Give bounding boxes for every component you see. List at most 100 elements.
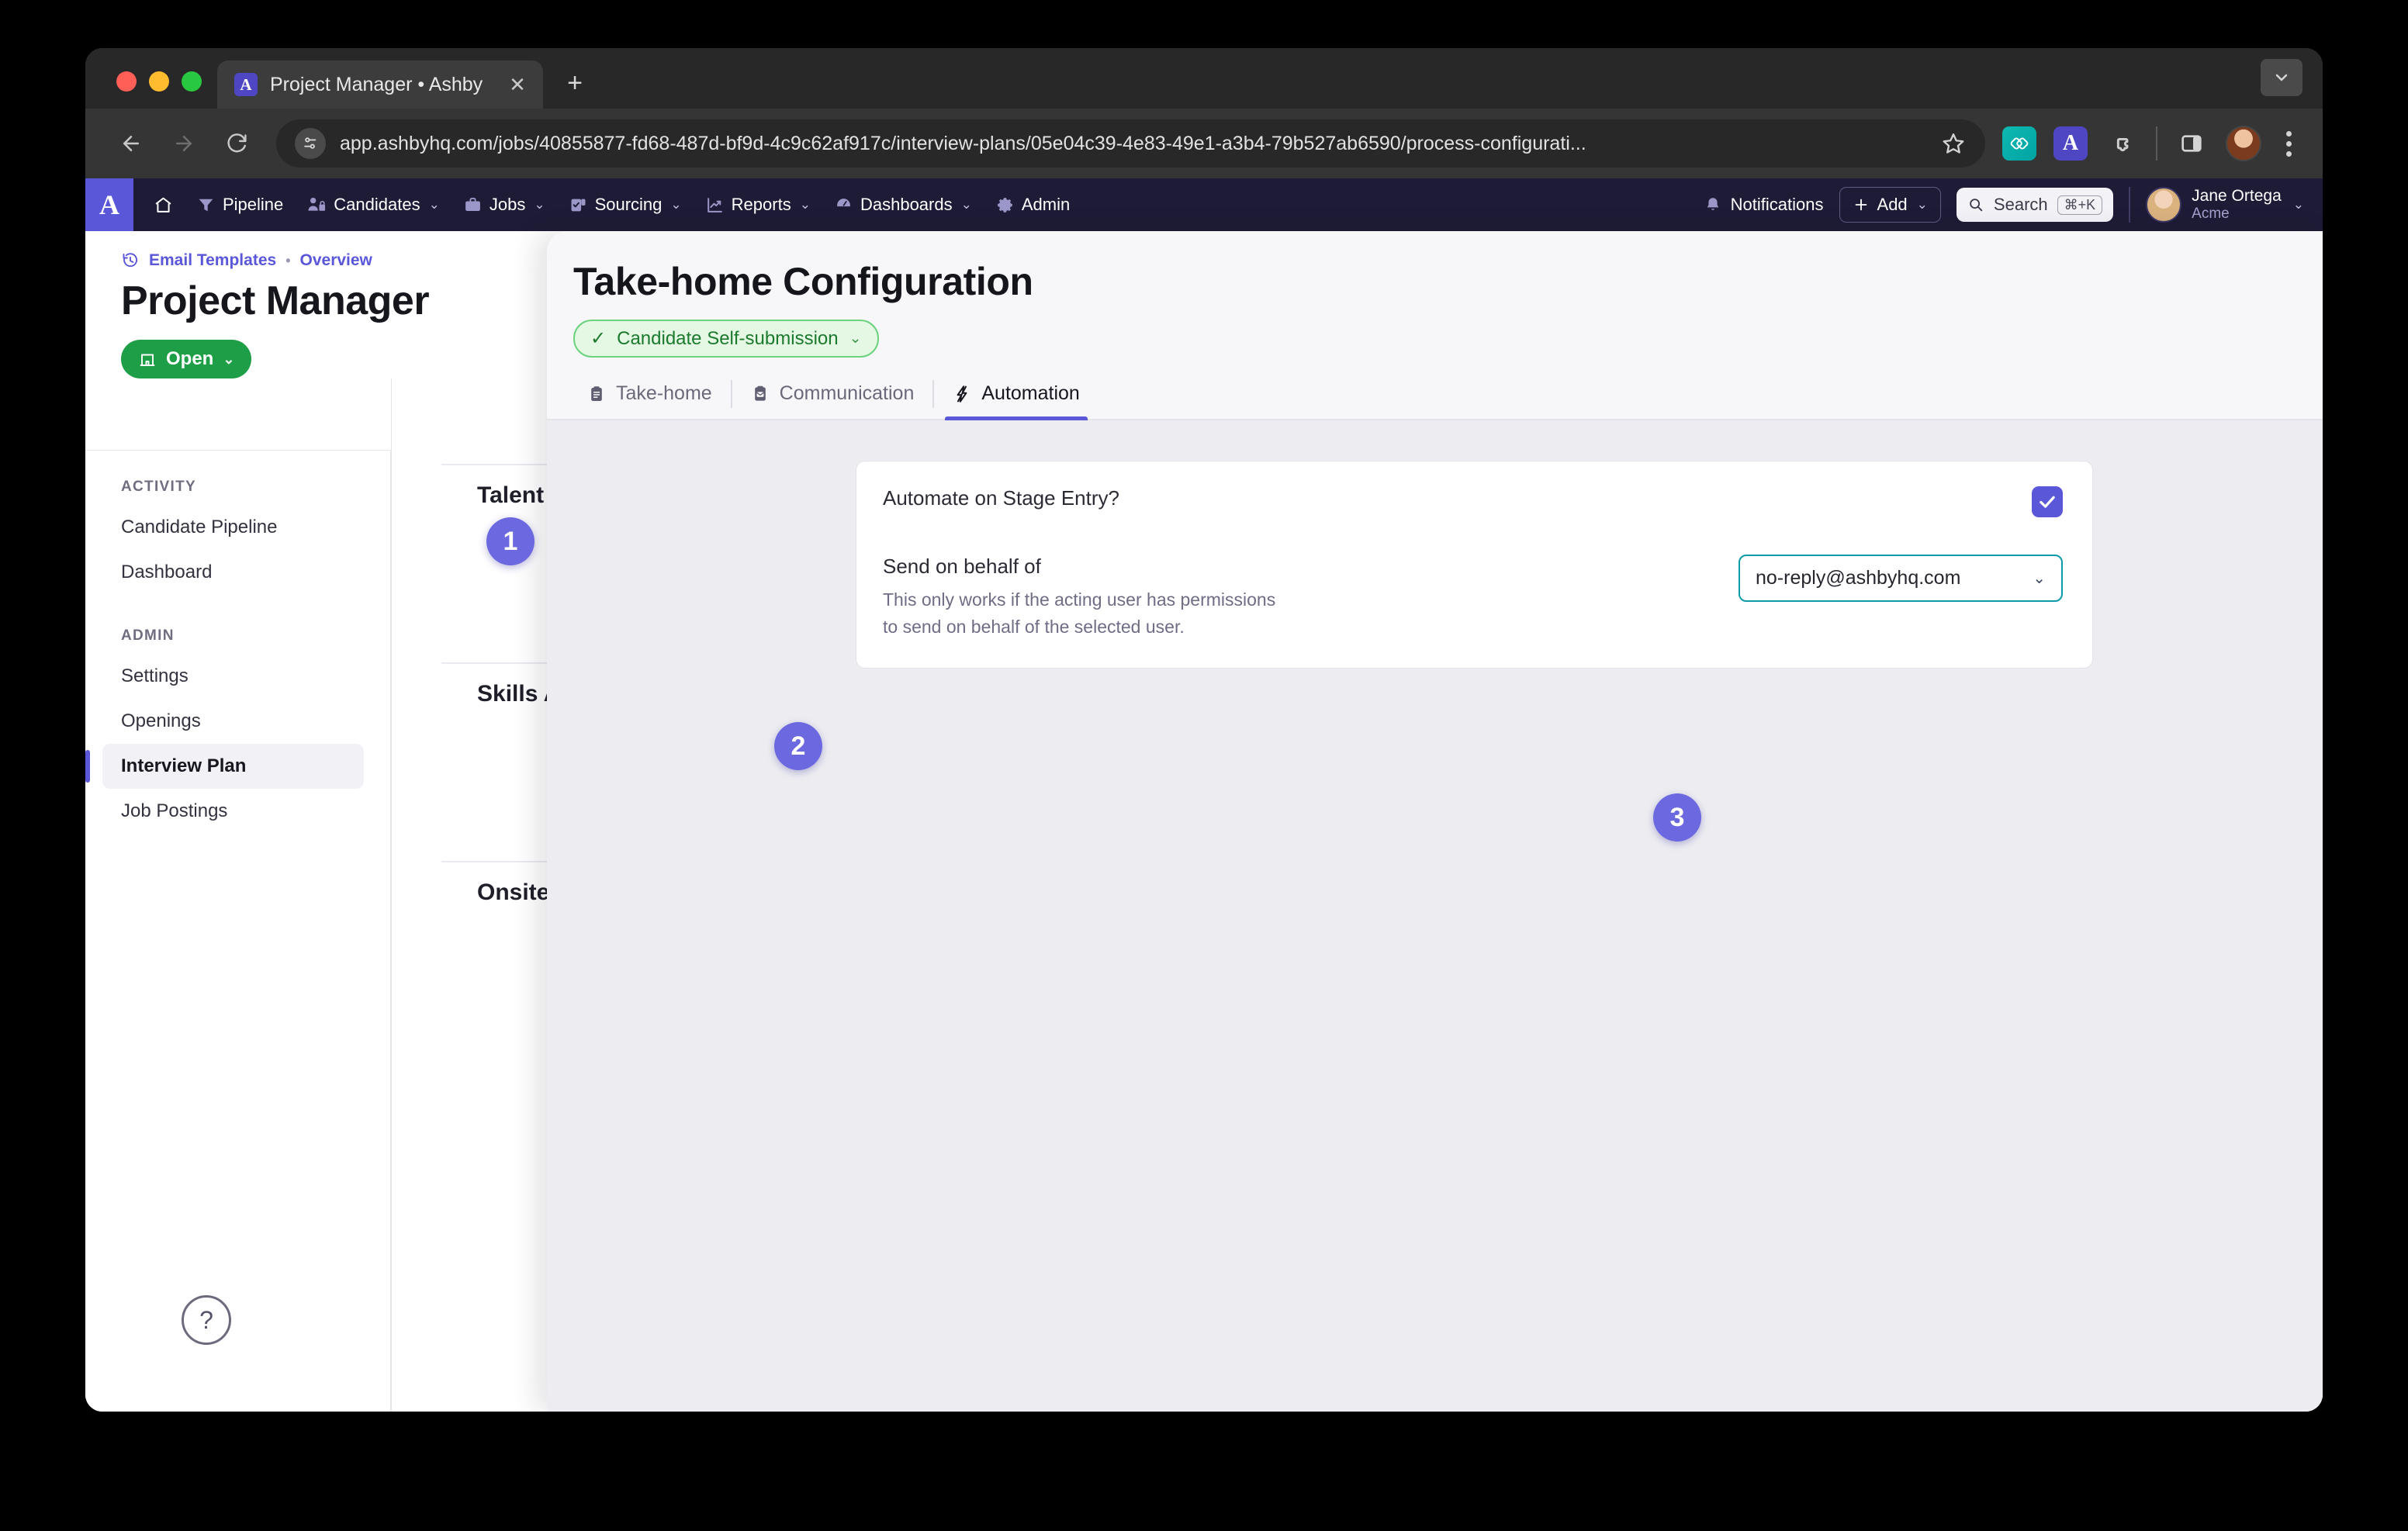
tab-label: Communication bbox=[779, 382, 915, 404]
nav-item-home[interactable] bbox=[144, 189, 182, 221]
clipboard-icon bbox=[587, 385, 606, 403]
browser-profile-avatar[interactable] bbox=[2226, 126, 2261, 161]
url-text: app.ashbyhq.com/jobs/40855877-fd68-487d-… bbox=[340, 132, 1586, 154]
browser-menu-icon[interactable] bbox=[2278, 130, 2299, 157]
back-icon[interactable] bbox=[109, 121, 154, 166]
nav-item-sourcing[interactable]: Sourcing ⌄ bbox=[559, 188, 691, 221]
close-window-button[interactable] bbox=[116, 71, 137, 92]
tab-list-chevron-icon[interactable] bbox=[2261, 59, 2302, 96]
search-button[interactable]: Search ⌘+K bbox=[1956, 188, 2114, 222]
chevron-down-icon: ⌄ bbox=[428, 197, 440, 212]
tab-label: Take-home bbox=[616, 382, 712, 404]
search-shortcut: ⌘+K bbox=[2057, 195, 2103, 215]
tab-label: Automation bbox=[981, 382, 1080, 404]
tab-automation[interactable]: Automation bbox=[937, 375, 1095, 420]
ashby-logo-icon[interactable]: A bbox=[85, 178, 133, 231]
chart-icon bbox=[705, 195, 725, 215]
job-status-button[interactable]: Open ⌄ bbox=[121, 340, 252, 378]
browser-toolbar: app.ashbyhq.com/jobs/40855877-fd68-487d-… bbox=[85, 109, 2323, 178]
nav-item-label: Sourcing bbox=[594, 195, 663, 214]
bolt-icon bbox=[953, 385, 971, 403]
add-label: Add bbox=[1877, 195, 1908, 214]
link-extension-icon[interactable] bbox=[2002, 126, 2036, 161]
nav-item-label: Candidates bbox=[334, 195, 420, 214]
nav-item-admin[interactable]: Admin bbox=[986, 188, 1079, 221]
tab-take-home[interactable]: Take-home bbox=[572, 375, 728, 419]
sidebar-item-candidate-pipeline[interactable]: Candidate Pipeline bbox=[102, 505, 364, 550]
side-panel-icon[interactable] bbox=[2174, 126, 2209, 161]
people-icon bbox=[306, 195, 327, 215]
ashby-extension-icon[interactable]: A bbox=[2053, 126, 2088, 161]
funnel-icon bbox=[196, 195, 216, 215]
page-title: Project Manager bbox=[121, 278, 430, 323]
add-button[interactable]: Add ⌄ bbox=[1839, 187, 1941, 223]
tab-strip-right bbox=[2261, 59, 2323, 109]
panel-header: Take-home Configuration ✓ Candidate Self… bbox=[547, 231, 2323, 420]
sidebar-item-settings[interactable]: Settings bbox=[102, 654, 364, 699]
nav-divider bbox=[2129, 187, 2131, 223]
take-home-configuration-panel: Take-home Configuration ✓ Candidate Self… bbox=[547, 231, 2323, 1412]
user-name: Jane Ortega bbox=[2192, 186, 2282, 205]
send-on-behalf-of-row: Send on behalf of This only works if the… bbox=[883, 555, 2063, 640]
user-org: Acme bbox=[2192, 205, 2230, 222]
step-badge-2: 2 bbox=[774, 722, 822, 770]
browser-tab-strip: A Project Manager • Ashby ✕ + bbox=[85, 48, 2323, 109]
page-viewport: A Pipeline Candidates ⌄ Jobs ⌄ Sourcing … bbox=[85, 178, 2323, 1412]
breadcrumb-item-overview[interactable]: Overview bbox=[300, 251, 372, 270]
reload-icon[interactable] bbox=[214, 121, 259, 166]
nav-item-candidates[interactable]: Candidates ⌄ bbox=[297, 188, 449, 221]
app-nav-right: Notifications Add ⌄ Search ⌘+K Jane Orte… bbox=[1704, 187, 2323, 223]
submission-type-button[interactable]: ✓ Candidate Self-submission ⌄ bbox=[573, 320, 879, 358]
user-info: Jane Ortega Acme bbox=[2192, 187, 2282, 223]
sidebar-item-job-postings[interactable]: Job Postings bbox=[102, 789, 364, 834]
tab-communication[interactable]: Communication bbox=[735, 375, 930, 419]
address-bar[interactable]: app.ashbyhq.com/jobs/40855877-fd68-487d-… bbox=[276, 119, 1985, 168]
extensions-puzzle-icon[interactable] bbox=[2105, 126, 2139, 161]
tab-title: Project Manager • Ashby bbox=[270, 73, 483, 95]
nav-item-reports[interactable]: Reports ⌄ bbox=[696, 188, 820, 221]
close-tab-icon[interactable]: ✕ bbox=[504, 71, 531, 98]
user-menu[interactable]: Jane Ortega Acme ⌄ bbox=[2146, 187, 2304, 223]
history-icon bbox=[121, 251, 140, 270]
bell-icon bbox=[1704, 195, 1722, 214]
sidebar-heading-activity: ACTIVITY bbox=[121, 479, 196, 495]
send-on-behalf-of-text-block: Send on behalf of This only works if the… bbox=[883, 555, 1294, 640]
nav-item-label: Dashboards bbox=[860, 195, 953, 214]
nav-item-pipeline[interactable]: Pipeline bbox=[187, 188, 292, 221]
search-label: Search bbox=[1993, 195, 2048, 214]
sidebar-heading-admin: ADMIN bbox=[121, 627, 175, 644]
nav-item-dashboards[interactable]: Dashboards ⌄ bbox=[825, 188, 981, 221]
sender-select[interactable]: no-reply@ashbyhq.com ⌄ bbox=[1739, 555, 2063, 602]
notifications-button[interactable]: Notifications bbox=[1704, 195, 1824, 215]
sidebar-item-dashboard[interactable]: Dashboard bbox=[102, 550, 364, 595]
browser-window: A Project Manager • Ashby ✕ + app.ashbyh… bbox=[85, 48, 2323, 1412]
gear-icon bbox=[995, 195, 1015, 215]
minimize-window-button[interactable] bbox=[149, 71, 169, 92]
site-settings-icon[interactable] bbox=[295, 128, 326, 159]
nav-item-label: Jobs bbox=[489, 195, 526, 214]
automate-on-stage-entry-checkbox[interactable] bbox=[2032, 486, 2063, 517]
search-icon bbox=[1967, 196, 1984, 213]
ashby-favicon-icon: A bbox=[234, 73, 258, 96]
maximize-window-button[interactable] bbox=[182, 71, 202, 92]
avatar bbox=[2146, 187, 2182, 223]
breadcrumb-separator: • bbox=[285, 252, 291, 268]
step-badge-3: 3 bbox=[1653, 793, 1701, 842]
tab-divider bbox=[932, 379, 935, 408]
automate-on-stage-entry-label: Automate on Stage Entry? bbox=[883, 486, 1119, 510]
breadcrumb-item-email-templates[interactable]: Email Templates bbox=[149, 251, 276, 270]
check-icon: ✓ bbox=[590, 328, 607, 349]
bookmark-star-icon[interactable] bbox=[1942, 132, 1965, 155]
help-button[interactable]: ? bbox=[182, 1295, 231, 1345]
new-tab-button[interactable]: + bbox=[554, 62, 596, 104]
plus-icon bbox=[1853, 196, 1870, 213]
notifications-label: Notifications bbox=[1730, 195, 1824, 214]
automate-on-stage-entry-row: Automate on Stage Entry? bbox=[883, 486, 2063, 517]
chevron-down-icon: ⌄ bbox=[2033, 570, 2046, 587]
sidebar-item-openings[interactable]: Openings bbox=[102, 699, 364, 744]
nav-item-jobs[interactable]: Jobs ⌄ bbox=[454, 188, 555, 221]
nav-item-label: Admin bbox=[1021, 195, 1071, 214]
sidebar-item-interview-plan[interactable]: Interview Plan bbox=[85, 744, 364, 789]
forward-icon[interactable] bbox=[161, 121, 206, 166]
browser-tab[interactable]: A Project Manager • Ashby ✕ bbox=[217, 60, 543, 109]
